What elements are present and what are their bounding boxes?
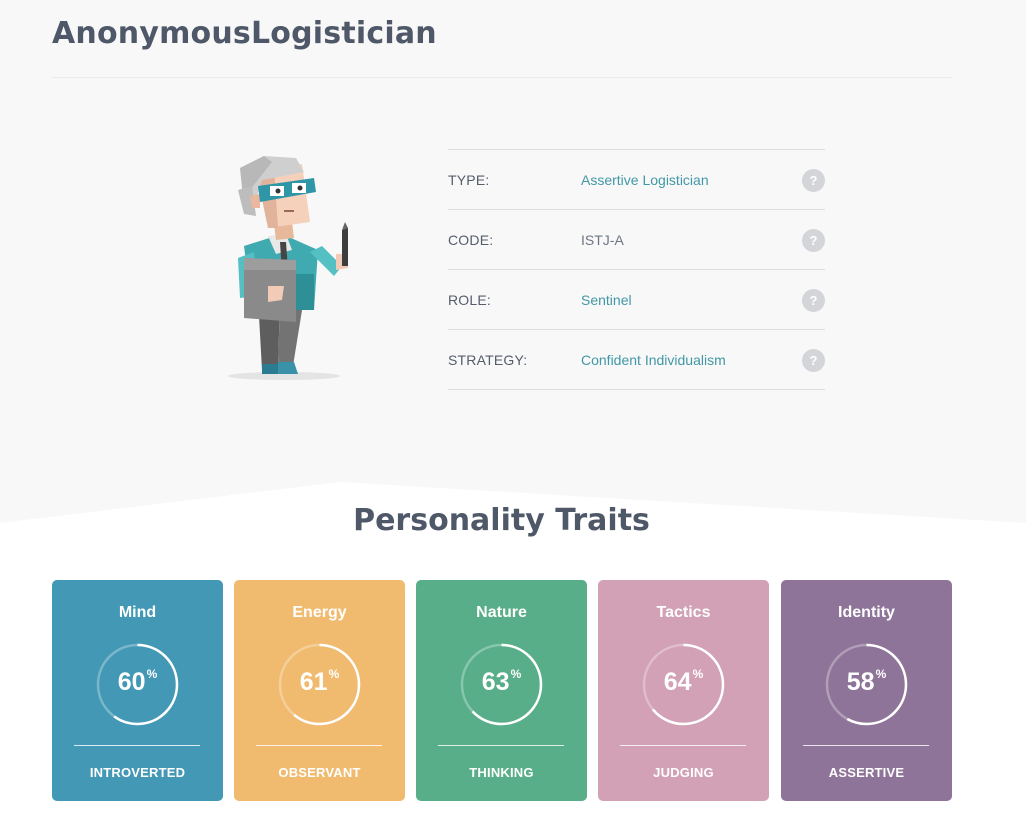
strategy-value-link[interactable]: Confident Individualism — [581, 352, 726, 368]
trait-card-mind[interactable]: Mind 60% INTROVERTED — [52, 580, 223, 801]
trait-percentage: 60% — [117, 666, 158, 696]
trait-percentage: 58% — [846, 666, 887, 696]
help-icon[interactable]: ? — [802, 289, 825, 312]
trait-percentage: 63% — [481, 666, 522, 696]
card-divider — [620, 745, 746, 746]
trait-card-nature[interactable]: Nature 63% THINKING — [416, 580, 587, 801]
info-row-role: ROLE: Sentinel ? — [448, 270, 825, 330]
type-info-table: TYPE: Assertive Logistician ? CODE: ISTJ… — [448, 149, 825, 390]
code-value: ISTJ-A — [581, 231, 624, 248]
card-divider — [438, 745, 564, 746]
card-divider — [74, 745, 200, 746]
strategy-label: STRATEGY: — [448, 351, 528, 368]
info-row-code: CODE: ISTJ-A ? — [448, 210, 825, 270]
trait-result-label: OBSERVANT — [278, 765, 361, 780]
info-row-strategy: STRATEGY: Confident Individualism ? — [448, 330, 825, 390]
card-divider — [256, 745, 382, 746]
type-value-link[interactable]: Assertive Logistician — [581, 172, 709, 188]
trait-card-title: Energy — [292, 604, 347, 621]
help-icon[interactable]: ? — [802, 229, 825, 252]
help-icon[interactable]: ? — [802, 349, 825, 372]
code-label: CODE: — [448, 231, 494, 248]
trait-card-title: Identity — [838, 604, 895, 621]
trait-card-title: Nature — [476, 604, 527, 621]
page-title: AnonymousLogistician — [52, 16, 437, 51]
role-label: ROLE: — [448, 291, 492, 308]
trait-card-title: Tactics — [656, 604, 711, 621]
title-divider — [52, 77, 952, 78]
traits-heading: Personality Traits — [353, 503, 650, 538]
trait-card-energy[interactable]: Energy 61% OBSERVANT — [234, 580, 405, 801]
card-divider — [803, 745, 929, 746]
trait-result-label: INTROVERTED — [89, 765, 186, 780]
trait-card-title: Mind — [118, 604, 157, 621]
trait-result-label: THINKING — [469, 765, 534, 780]
trait-percentage: 64% — [663, 666, 704, 696]
trait-result-label: ASSERTIVE — [828, 765, 905, 780]
trait-percentage: 61% — [299, 666, 340, 696]
trait-card-tactics[interactable]: Tactics 64% JUDGING — [598, 580, 769, 801]
logistician-avatar — [228, 156, 348, 380]
info-row-type: TYPE: Assertive Logistician ? — [448, 150, 825, 210]
trait-card-identity[interactable]: Identity 58% ASSERTIVE — [781, 580, 952, 801]
role-value-link[interactable]: Sentinel — [581, 292, 632, 308]
trait-result-label: JUDGING — [653, 765, 714, 780]
type-label: TYPE: — [448, 171, 490, 188]
help-icon[interactable]: ? — [802, 169, 825, 192]
